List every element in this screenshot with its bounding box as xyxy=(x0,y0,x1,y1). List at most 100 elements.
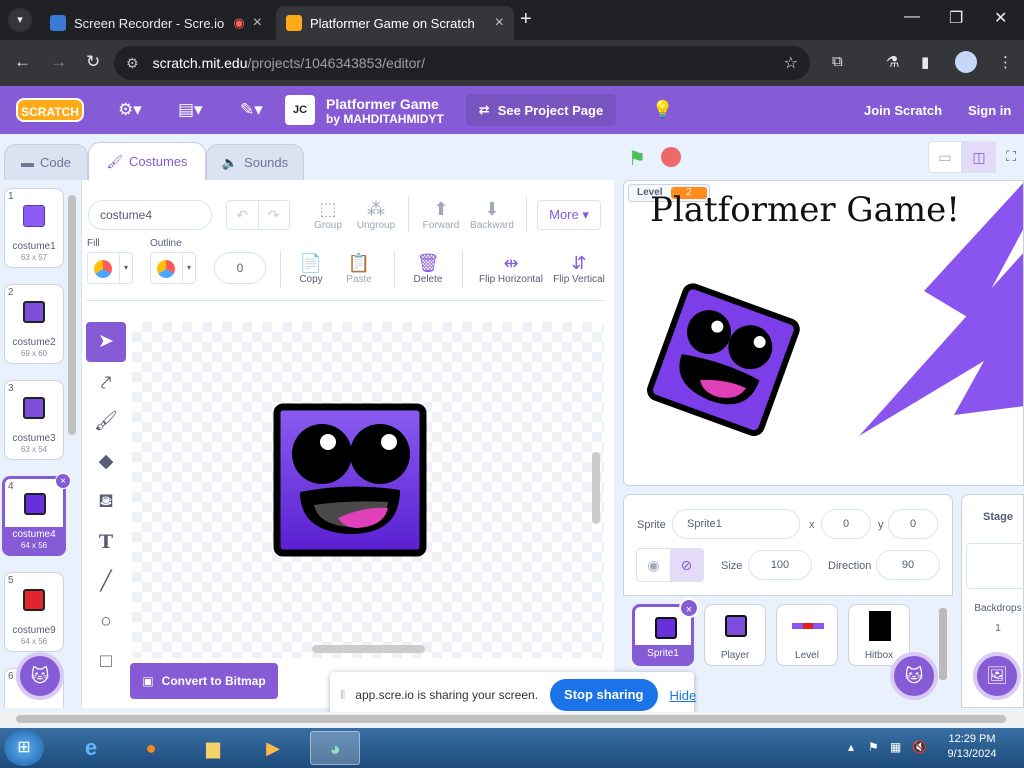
outline-color-picker[interactable]: ▾ xyxy=(150,252,196,284)
volume-muted-icon[interactable]: 🔇 xyxy=(912,740,927,754)
sign-in-link[interactable]: Sign in xyxy=(968,103,1011,118)
flip-vertical-button[interactable]: ⇵ Flip Vertical xyxy=(550,252,608,285)
close-tab-icon[interactable]: × xyxy=(495,14,504,32)
choose-backdrop-image-icon[interactable]: 🖼 xyxy=(973,652,1021,700)
paste-button[interactable]: 📋 Paste xyxy=(340,252,378,285)
direction-input[interactable]: 90 xyxy=(876,550,940,580)
costume-list-scrollbar[interactable] xyxy=(68,195,76,435)
circle-tool-icon[interactable]: ○ xyxy=(86,602,126,642)
tray-show-hidden-icon[interactable]: ▴ xyxy=(848,740,854,754)
minimize-icon[interactable]: — xyxy=(904,8,920,26)
choose-costume-cat-icon[interactable]: 🐱 xyxy=(16,652,64,700)
chrome-menu-icon[interactable]: ⋮ xyxy=(998,53,1013,71)
stop-icon[interactable] xyxy=(661,147,681,167)
convert-to-bitmap-button[interactable]: ▣ Convert to Bitmap xyxy=(130,663,278,699)
costume-item[interactable]: 1 costume1 63 x 57 xyxy=(4,188,64,268)
more-dropdown[interactable]: More ▾ xyxy=(537,200,601,230)
brush-icon[interactable]: 🖌 xyxy=(86,402,126,442)
paint-canvas[interactable] xyxy=(132,322,604,658)
settings-gear-icon[interactable]: ⚙▾ xyxy=(118,100,142,120)
costume-item-selected[interactable]: 4 costume4 64 x 56 × xyxy=(2,473,71,556)
file-explorer-folder-icon[interactable]: ▆ xyxy=(188,731,238,765)
see-project-page-button[interactable]: ⇄ See Project Page xyxy=(466,94,616,126)
sprite-list-scrollbar[interactable] xyxy=(939,608,947,680)
system-clock[interactable]: 12:29 PM 9/13/2024 xyxy=(936,732,1008,762)
choose-sprite-cat-icon[interactable]: 🐱 xyxy=(890,652,938,700)
start-windows-icon[interactable]: ⊞ xyxy=(4,730,44,766)
flip-horizontal-button[interactable]: ⇹ Flip Horizontal xyxy=(476,252,546,285)
group-button[interactable]: ⬚ Group xyxy=(308,198,348,231)
delete-sprite-icon[interactable]: × xyxy=(679,598,699,618)
green-flag-icon[interactable]: ⚑ xyxy=(628,146,646,171)
hide-eye-icon[interactable]: ⊘ xyxy=(670,549,703,581)
tab-screen-recorder[interactable]: Screen Recorder - Scre.io ◉ × xyxy=(40,6,272,40)
redo-icon[interactable]: ↷ xyxy=(257,201,290,229)
stop-sharing-button[interactable]: Stop sharing xyxy=(550,679,658,711)
tab-costumes[interactable]: 🖌 Costumes xyxy=(88,142,206,180)
backward-button[interactable]: ⬇ Backward xyxy=(466,198,518,231)
costume-name-input[interactable]: costume4 xyxy=(88,200,212,230)
scrollbar-thumb[interactable] xyxy=(16,715,1006,723)
page-horizontal-scrollbar[interactable] xyxy=(0,712,1024,726)
theme-lightbulb-icon[interactable]: 💡 xyxy=(652,100,673,120)
back-arrow-icon[interactable]: ← xyxy=(14,52,31,72)
rectangle-tool-icon[interactable]: □ xyxy=(86,642,126,682)
canvas-horizontal-scrollbar[interactable] xyxy=(312,645,425,653)
sprite-tile-level[interactable]: Level xyxy=(776,604,838,666)
network-icon[interactable]: ▦ xyxy=(890,740,901,754)
media-player-icon[interactable]: ▶ xyxy=(248,731,298,765)
forward-button[interactable]: ⬆ Forward xyxy=(418,198,464,231)
size-input[interactable]: 100 xyxy=(748,550,812,580)
delete-button[interactable]: 🗑 Delete xyxy=(406,252,450,285)
tab-code[interactable]: ▬ Code xyxy=(4,144,88,180)
labs-flask-icon[interactable]: ⚗ xyxy=(886,53,899,71)
close-tab-icon[interactable]: × xyxy=(253,14,262,32)
side-panel-icon[interactable]: ▮ xyxy=(921,53,929,71)
line-tool-icon[interactable]: ╱ xyxy=(86,562,126,602)
join-scratch-link[interactable]: Join Scratch xyxy=(864,103,942,118)
fill-color-picker[interactable]: ▾ xyxy=(87,252,133,284)
address-bar[interactable]: ⚙ scratch.mit.edu/projects/1046343853/ed… xyxy=(114,46,810,80)
select-arrow-icon[interactable]: ➤ xyxy=(86,322,126,362)
hide-link[interactable]: Hide xyxy=(670,688,697,703)
bookmark-star-icon[interactable]: ☆ xyxy=(784,53,798,73)
reshape-icon[interactable]: ⤤ xyxy=(86,364,126,404)
internet-explorer-icon[interactable]: e xyxy=(66,731,116,765)
costume-item[interactable]: 2 costume2 69 x 60 xyxy=(4,284,64,364)
tab-sounds[interactable]: 🔈 Sounds xyxy=(206,144,304,180)
forward-arrow-icon[interactable]: → xyxy=(50,52,67,72)
file-menu-icon[interactable]: ▤▾ xyxy=(178,100,203,120)
small-stage-icon[interactable]: ▭ xyxy=(928,141,962,173)
extensions-puzzle-icon[interactable]: ⧉ xyxy=(832,53,843,70)
restore-icon[interactable]: ❐ xyxy=(949,8,963,28)
show-eye-icon[interactable]: ◉ xyxy=(637,549,670,581)
fill-bucket-icon[interactable]: ⛾ xyxy=(86,482,126,522)
costume-item[interactable]: 3 costume3 63 x 54 xyxy=(4,380,64,460)
tab-platformer-game[interactable]: Platformer Game on Scratch × xyxy=(276,6,514,40)
new-tab-plus-icon[interactable]: + xyxy=(520,8,532,31)
action-center-flag-icon[interactable]: ⚑ xyxy=(868,740,879,754)
scratch-logo[interactable]: SCRATCH xyxy=(16,98,84,122)
costume-item[interactable]: 5 costume9 64 x 56 xyxy=(4,572,64,652)
edit-pencil-icon[interactable]: ✎▾ xyxy=(240,100,263,120)
normal-stage-icon[interactable]: ◫ xyxy=(962,141,996,173)
outline-width-input[interactable]: 0 xyxy=(214,252,266,284)
chrome-taskbar-icon[interactable]: ◕ xyxy=(310,731,360,765)
drag-handle-icon[interactable]: ⦀ xyxy=(340,688,345,703)
fullscreen-icon[interactable]: ⛶ xyxy=(998,141,1024,173)
eraser-icon[interactable]: ◆ xyxy=(86,442,126,482)
sprite-tile-player[interactable]: Player xyxy=(704,604,766,666)
reload-icon[interactable]: ↻ xyxy=(86,52,100,72)
y-input[interactable]: 0 xyxy=(888,509,938,539)
sprite-name-input[interactable]: Sprite1 xyxy=(672,509,800,539)
x-input[interactable]: 0 xyxy=(821,509,871,539)
delete-costume-icon[interactable]: × xyxy=(55,473,71,489)
close-window-icon[interactable]: ✕ xyxy=(994,8,1007,28)
ungroup-button[interactable]: ⁂ Ungroup xyxy=(352,198,400,231)
text-tool-icon[interactable]: T xyxy=(86,522,126,562)
firefox-icon[interactable]: ● xyxy=(126,731,176,765)
copy-button[interactable]: 📄 Copy xyxy=(290,252,332,285)
site-info-icon[interactable]: ⚙ xyxy=(126,55,139,72)
profile-avatar-icon[interactable] xyxy=(955,51,977,73)
tab-search-chevron-icon[interactable]: ▾ xyxy=(8,8,32,32)
